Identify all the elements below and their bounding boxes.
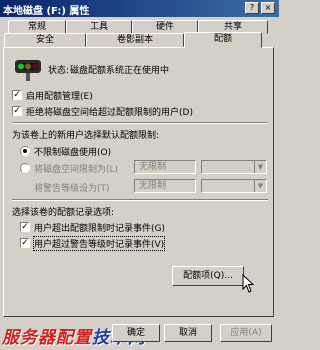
warning-label: 将警告等级设为(T)	[34, 184, 110, 194]
status-label: 状态:	[48, 66, 70, 76]
no-limit-label[interactable]: 不限制磁盘使用(O)	[34, 145, 111, 158]
log-warning-label[interactable]: 用户超过警告等级时记录事件(V)	[32, 236, 166, 251]
tab-general[interactable]: 常规	[8, 20, 66, 34]
chevron-down-icon[interactable]: ▼	[254, 161, 266, 173]
window-title: 本地磁盘 (F:) 属性	[3, 6, 90, 17]
no-limit-radio[interactable]	[20, 146, 30, 156]
apply-button[interactable]: 应用(A)	[220, 324, 272, 342]
warning-field[interactable]: 无限制	[134, 179, 196, 193]
watermark-part1: 服务器配置	[2, 328, 92, 348]
warning-unit-select[interactable]: ▼	[201, 179, 267, 193]
enable-quota-checkbox[interactable]: ✓	[12, 90, 22, 100]
log-warning-checkbox[interactable]: ✓	[20, 238, 30, 248]
default-limit-heading: 为该卷上的新用户选择默认配额限制:	[12, 131, 160, 141]
log-limit-label[interactable]: 用户超出配额限制时记录事件(G)	[34, 221, 165, 234]
chevron-down-icon[interactable]: ▼	[254, 180, 266, 192]
deny-space-checkbox[interactable]: ✓	[12, 106, 22, 116]
title-bar: 本地磁盘 (F:) 属性 ? ×	[0, 0, 279, 17]
tab-security[interactable]: 安全	[4, 33, 86, 47]
close-button[interactable]: ×	[261, 2, 275, 14]
quota-entries-button[interactable]: 配额项(Q)...	[172, 266, 244, 286]
quota-panel: 状态: 磁盘配额系统正在使用中 ✓ 启用配额管理(E) ✓ 拒绝将磁盘空间给超过…	[3, 47, 274, 317]
log-limit-checkbox[interactable]: ✓	[20, 222, 30, 232]
deny-space-label[interactable]: 拒绝将磁盘空间给超过配额限制的用户(D)	[26, 105, 193, 118]
limit-to-radio[interactable]	[20, 163, 30, 173]
ok-button[interactable]: 确定	[112, 324, 160, 342]
limit-to-field[interactable]: 无限制	[134, 160, 196, 174]
help-button[interactable]: ?	[245, 2, 259, 14]
status-text: 磁盘配额系统正在使用中	[70, 66, 170, 76]
limit-to-label[interactable]: 将磁盘空间限制为(L)	[34, 162, 118, 175]
tab-quota[interactable]: 配额	[184, 32, 262, 48]
tab-tools[interactable]: 工具	[66, 20, 132, 34]
limit-to-unit-select[interactable]: ▼	[201, 160, 267, 174]
separator	[12, 122, 268, 124]
tab-shadow-copies[interactable]: 卷影副本	[86, 33, 184, 47]
cancel-button[interactable]: 取消	[164, 324, 212, 342]
logging-heading: 选择该卷的配额记录选项:	[12, 208, 115, 218]
mouse-cursor-icon	[242, 273, 256, 297]
separator	[12, 199, 268, 201]
enable-quota-label[interactable]: 启用配额管理(E)	[26, 89, 93, 102]
traffic-light-icon	[14, 55, 42, 86]
